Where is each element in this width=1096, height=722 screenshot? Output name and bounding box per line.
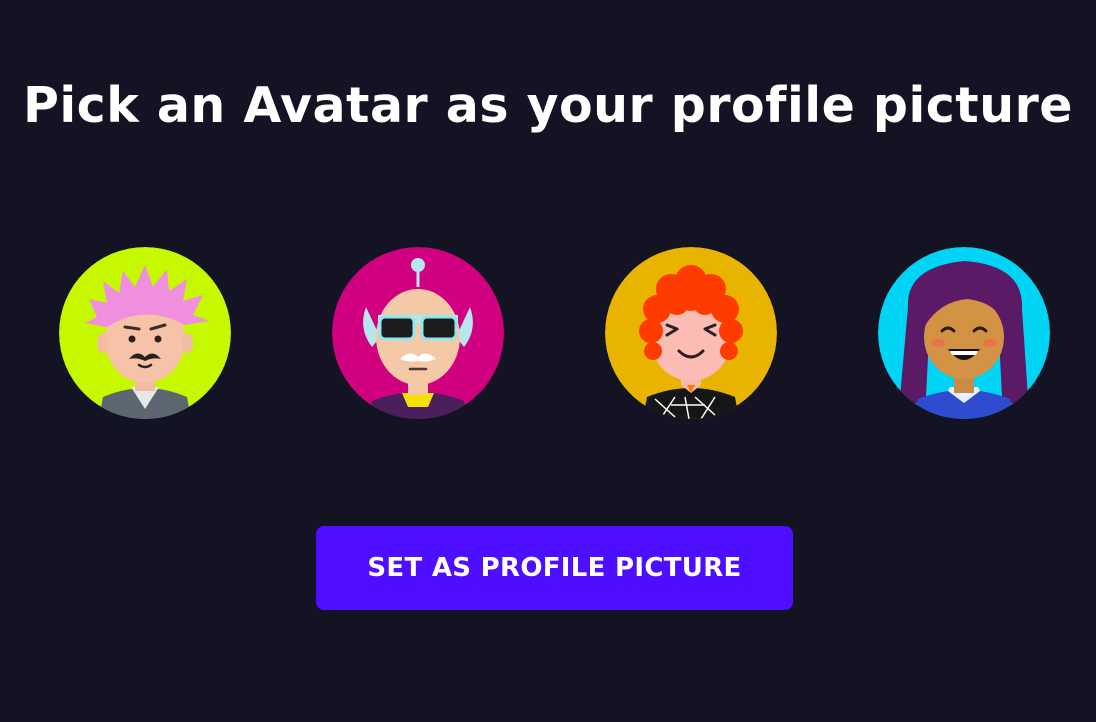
avatar-option-4[interactable] [878,247,1050,419]
page-title: Pick an Avatar as your profile picture [22,77,1074,134]
avatar-option-2[interactable] [332,247,504,419]
avatar-3-image [605,247,777,419]
avatar-1-image [59,247,231,419]
avatar-option-1[interactable] [59,247,231,419]
set-profile-picture-button[interactable]: SET AS PROFILE PICTURE [316,526,793,610]
avatar-2-image [332,247,504,419]
avatar-option-3[interactable] [605,247,777,419]
avatar-4-image [878,247,1050,419]
avatar-list [0,247,1096,419]
